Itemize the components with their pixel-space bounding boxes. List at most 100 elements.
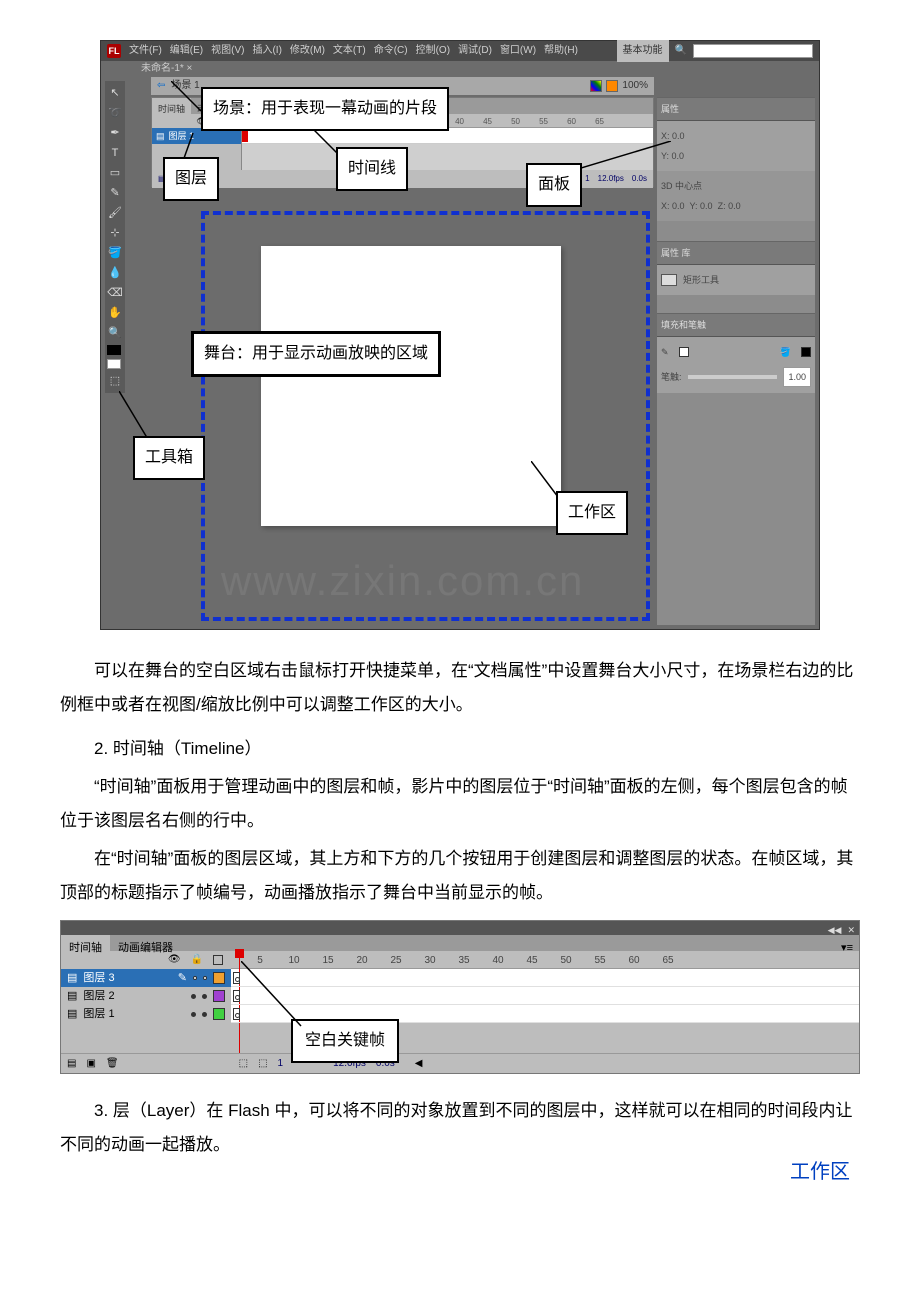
paragraph-2: “时间轴”面板用于管理动画中的图层和帧，影片中的图层位于“时间轴”面板的左侧，每…: [60, 770, 860, 838]
selection-tool-icon[interactable]: ↖: [107, 85, 123, 101]
stroke-value[interactable]: 1.00: [783, 367, 811, 387]
tl2-ruler: 5 10 15 20 25 30 35 40 45 50 55 60 65: [231, 951, 859, 969]
tl2-tab-motion[interactable]: 动画编辑器: [110, 935, 181, 951]
layer2-color[interactable]: [213, 990, 225, 1002]
cx: X: 0.0: [661, 201, 685, 211]
bucket-tool-icon[interactable]: 🪣: [107, 245, 123, 261]
tl2-layer-1[interactable]: ▤ 图层 1: [61, 1005, 231, 1023]
workspace-color-icon[interactable]: [590, 80, 602, 92]
callout-layer: 图层: [163, 157, 219, 201]
ruler-tick: 65: [651, 951, 685, 968]
frame-num: 1: [278, 1054, 284, 1074]
ruler-tick: 15: [311, 951, 345, 968]
stage-color-icon[interactable]: [606, 80, 618, 92]
tl2-top: ◀◀ ✕: [61, 921, 859, 935]
fill-color-icon[interactable]: [107, 359, 121, 369]
vis-dot[interactable]: [193, 976, 197, 980]
menu-view[interactable]: 视图(V): [211, 41, 244, 61]
props-lib-header: 属性 库: [657, 241, 815, 265]
snap-icon[interactable]: ⬚: [107, 373, 123, 389]
ruler-tick: 60: [550, 114, 578, 127]
workspace-switcher[interactable]: 基本功能: [617, 40, 669, 62]
panel-menu-icon[interactable]: ▾≡: [835, 935, 859, 951]
onion-icon[interactable]: ⬚: [239, 1054, 248, 1074]
heading-timeline: 2. 时间轴（Timeline）: [60, 732, 860, 766]
ruler-tick: 65: [578, 114, 606, 127]
eyedrop-tool-icon[interactable]: 💧: [107, 265, 123, 281]
eraser-tool-icon[interactable]: ⌫: [107, 285, 123, 301]
scene-label[interactable]: 场景 1: [171, 76, 199, 96]
flash-screenshot: FL 文件(F) 编辑(E) 视图(V) 插入(I) 修改(M) 文本(T) 命…: [100, 40, 820, 630]
menu-file[interactable]: 文件(F): [129, 41, 162, 61]
stroke-slider[interactable]: [688, 375, 778, 379]
fill-swatch[interactable]: [801, 347, 811, 357]
hand-tool-icon[interactable]: ✋: [107, 305, 123, 321]
track-2[interactable]: [231, 987, 859, 1005]
blank-keyframe-icon[interactable]: [233, 972, 240, 984]
vis-dot[interactable]: [191, 1012, 196, 1017]
props-y: Y: 0.0: [661, 147, 811, 165]
menu-help[interactable]: 帮助(H): [544, 41, 578, 61]
menu-commands[interactable]: 命令(C): [374, 41, 408, 61]
rect-tool-preview-icon: [661, 274, 677, 286]
lock-dot[interactable]: [203, 976, 207, 980]
stroke-swatch[interactable]: [679, 347, 689, 357]
timeline-screenshot-2: ◀◀✕ 时间轴 动画编辑器 ▾≡ 👁 🔒 ▤ 图层 3 ✎ ▤ 图层 2: [60, 920, 860, 1074]
tab-timeline[interactable]: 时间轴: [152, 98, 191, 114]
ruler-tick: 35: [447, 951, 481, 968]
pencil-tool-icon[interactable]: ✎: [107, 185, 123, 201]
menu-control[interactable]: 控制(O): [416, 41, 450, 61]
ruler-tick: 50: [549, 951, 583, 968]
blank-keyframe-icon[interactable]: [233, 990, 240, 1002]
brush-tool-icon[interactable]: 🖌: [107, 205, 123, 221]
menu-edit[interactable]: 编辑(E): [170, 41, 203, 61]
rect-tool-icon[interactable]: ▭: [107, 165, 123, 181]
callout-panel: 面板: [526, 163, 582, 207]
back-icon[interactable]: ⇦: [157, 76, 165, 96]
ruler-tick: 5: [243, 951, 277, 968]
fill-stroke-header[interactable]: 填充和笔触: [657, 313, 815, 337]
new-folder-icon[interactable]: ▣: [86, 1054, 95, 1074]
lock-dot[interactable]: [202, 994, 207, 999]
vis-dot[interactable]: [191, 994, 196, 999]
menu-modify[interactable]: 修改(M): [290, 41, 325, 61]
blank-keyframe-icon[interactable]: [233, 1008, 240, 1020]
collapse-icon[interactable]: ◀◀: [828, 921, 842, 935]
menu-window[interactable]: 窗口(W): [500, 41, 536, 61]
ruler-tick: 60: [617, 951, 651, 968]
ruler-tick: 45: [515, 951, 549, 968]
search-input[interactable]: [693, 44, 813, 58]
new-layer-icon[interactable]: ▤: [67, 1054, 76, 1074]
menu-list: 文件(F) 编辑(E) 视图(V) 插入(I) 修改(M) 文本(T) 命令(C…: [129, 41, 578, 61]
delete-layer-icon[interactable]: 🗑: [106, 1054, 119, 1074]
pen-tool-icon[interactable]: ✒: [107, 125, 123, 141]
ruler-tick: 45: [466, 114, 494, 127]
keyframe-icon[interactable]: [242, 130, 248, 142]
menu-debug[interactable]: 调试(D): [458, 41, 492, 61]
stage[interactable]: [261, 246, 561, 526]
ruler-tick: 30: [413, 951, 447, 968]
ruler-tick: 25: [379, 951, 413, 968]
outline-icon[interactable]: [213, 955, 223, 965]
menu-insert[interactable]: 插入(I): [252, 41, 281, 61]
callout-timeline: 时间线: [336, 147, 408, 191]
paragraph-3: 在“时间轴”面板的图层区域，其上方和下方的几个按钮用于创建图层和调整图层的状态。…: [60, 842, 860, 910]
zoom-tool-icon[interactable]: 🔍: [107, 325, 123, 341]
lasso-tool-icon[interactable]: ➰: [107, 105, 123, 121]
onion-icon2[interactable]: ⬚: [258, 1054, 267, 1074]
lock-icon[interactable]: 🔒: [191, 950, 203, 970]
zoom-value[interactable]: 100%: [622, 76, 648, 96]
text-tool-icon[interactable]: T: [107, 145, 123, 161]
track-3[interactable]: [231, 969, 859, 987]
stroke-color-icon[interactable]: [107, 345, 121, 355]
bone-tool-icon[interactable]: ⊹: [107, 225, 123, 241]
tl2-tab-timeline[interactable]: 时间轴: [61, 935, 110, 951]
layer1-color[interactable]: [213, 1008, 225, 1020]
lock-dot[interactable]: [202, 1012, 207, 1017]
document-tab[interactable]: 未命名-1* ×: [133, 61, 200, 77]
close-icon[interactable]: ✕: [847, 921, 855, 935]
frame-num: 1: [585, 171, 589, 187]
cy: Y: 0.0: [690, 201, 713, 211]
layer3-color[interactable]: [213, 972, 225, 984]
menu-text[interactable]: 文本(T): [333, 41, 366, 61]
